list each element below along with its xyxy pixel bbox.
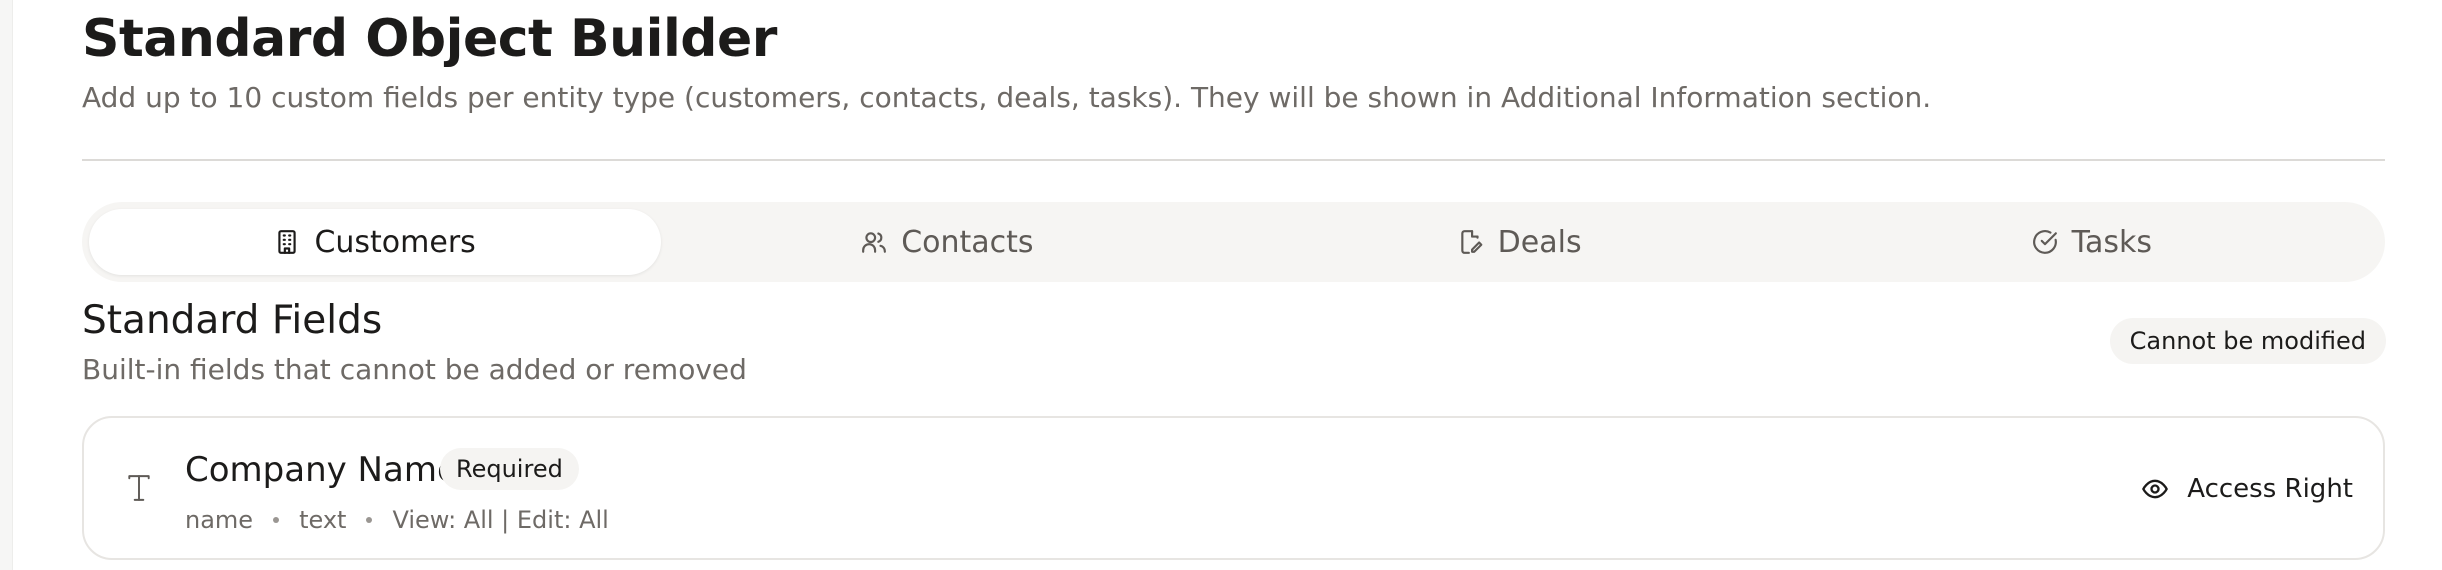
field-type: text xyxy=(299,506,347,534)
required-badge: Required xyxy=(440,448,579,490)
field-key: name xyxy=(185,506,254,534)
tab-contacts[interactable]: Contacts xyxy=(661,209,1233,275)
users-icon xyxy=(862,232,887,253)
tab-label: Customers xyxy=(314,224,476,260)
access-right-button[interactable]: Access Right xyxy=(2141,462,2353,516)
field-meta: name text View: All | Edit: All xyxy=(185,500,609,540)
section-title: Standard Fields xyxy=(82,298,383,343)
tab-deals[interactable]: Deals xyxy=(1234,209,1806,275)
tab-label: Deals xyxy=(1497,224,1582,260)
tab-tasks[interactable]: Tasks xyxy=(1806,209,2378,275)
field-permissions: View: All | Edit: All xyxy=(392,506,609,534)
access-right-label: Access Right xyxy=(2187,474,2353,504)
page-subtitle: Add up to 10 custom fields per entity ty… xyxy=(82,81,1932,114)
left-rail xyxy=(0,0,13,570)
separator-dot xyxy=(273,517,280,523)
eye-icon xyxy=(2142,479,2169,499)
building-icon xyxy=(278,230,297,254)
field-card-company-name: Company Name Required name text View: Al… xyxy=(82,416,2385,560)
section-subtitle: Built-in fields that cannot be added or … xyxy=(82,353,747,386)
separator-dot xyxy=(366,517,373,523)
cannot-be-modified-badge: Cannot be modified xyxy=(2109,318,2386,364)
tab-label: Contacts xyxy=(901,224,1034,260)
page-title: Standard Object Builder xyxy=(82,9,777,69)
check-circle-icon xyxy=(2032,230,2057,254)
divider xyxy=(82,159,2385,161)
tab-label: Tasks xyxy=(2071,224,2153,260)
file-edit-icon xyxy=(1460,230,1483,254)
tab-customers[interactable]: Customers xyxy=(89,209,662,275)
entity-tabs: Customers Contacts Deals Tasks xyxy=(82,202,2385,282)
text-type-icon xyxy=(128,475,150,501)
field-name: Company Name xyxy=(185,450,458,490)
